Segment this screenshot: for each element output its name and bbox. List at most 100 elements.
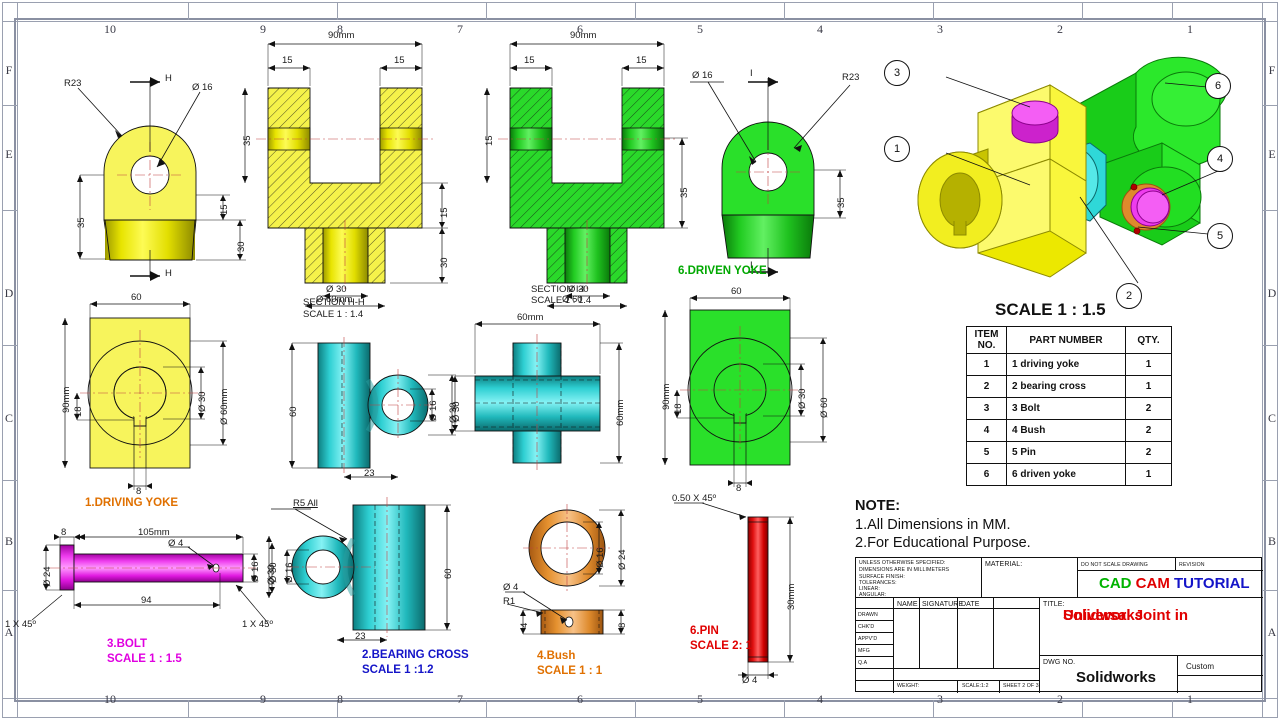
dim-15-left: 15 (524, 55, 535, 66)
dim-4: 4 (519, 622, 530, 628)
zone-label-left: B (4, 534, 13, 548)
view-driving-yoke-side: R23 Ø 16 H H 35 15 30 (60, 60, 260, 290)
sig-blank (856, 598, 894, 609)
cell-item: 5 (966, 441, 1007, 464)
brand-cad: CAD (1099, 575, 1132, 592)
zone-label-left: E (5, 147, 13, 161)
section-mark-i-top: I (750, 68, 753, 79)
cell-part: 4 Bush (1006, 419, 1126, 442)
row-mfg-label: MFG (858, 648, 870, 654)
balloon-5[interactable]: 5 (1207, 223, 1233, 249)
dim-30mm: 30mm (786, 583, 797, 610)
sig-signature-col (920, 609, 958, 669)
dim-dia4: Ø 4 (168, 538, 184, 549)
scale-pin: SCALE 2: 1 (690, 640, 752, 652)
notes-block: NOTE: 1.All Dimensions in MM. 2.For Educ… (855, 497, 1031, 553)
zone-tick (1172, 700, 1173, 718)
zone-tick (1262, 480, 1278, 481)
note-line-1: 1.All Dimensions in MM. (855, 516, 1011, 533)
cell-qty: 1 (1125, 353, 1172, 376)
dim-dia60: Ø 60 (819, 397, 830, 418)
cell-qty: 2 (1125, 419, 1172, 442)
zone-tick (486, 2, 487, 20)
dim-dia60mm: Ø 60mm (219, 388, 230, 425)
dim-35: 35 (242, 135, 253, 146)
assembly-scale-label: SCALE 1 : 1.5 (995, 300, 1106, 319)
zone-label-left: F (5, 63, 13, 77)
row-qa-label: Q.A (858, 660, 868, 666)
cell-part: 5 Pin (1006, 441, 1126, 464)
view-driven-yoke-front: 60 90mm 18 8 Ø 30 Ø 60 (645, 286, 875, 500)
dim-18: 18 (673, 403, 684, 414)
section-hh-scale: SCALE 1 : 1.4 (303, 309, 364, 320)
view-pin: 0.50 X 45º 30mm Ø 4 (672, 493, 840, 686)
caption-bolt: 3.BOLT (107, 638, 148, 650)
do-not-scale-label: DO NOT SCALE DRAWING (1081, 562, 1148, 568)
cell-item: 4 (966, 419, 1007, 442)
table-header-row: ITEM NO. PART NUMBER QTY. (966, 326, 1172, 354)
sig-date-col (958, 609, 994, 669)
dim-60: 60 (288, 406, 299, 417)
zone-tick (1262, 210, 1278, 211)
caption-bush: 4.Bush (537, 650, 576, 662)
zone-tick (784, 700, 785, 718)
row-chkd-label: CHK'D (858, 624, 875, 630)
dim-8: 8 (61, 527, 67, 538)
zone-label-right: D (1267, 286, 1277, 300)
table-row: 4 4 Bush 2 (966, 419, 1172, 442)
bill-of-materials: ITEM NO. PART NUMBER QTY. 1 1 driving yo… (966, 326, 1172, 486)
brand-text: CAD CAM TUTORIAL (1099, 575, 1250, 592)
dim-dia16: Ø 16 (595, 547, 606, 568)
view-driving-yoke-front: 60 90mm 18 8 Ø 30 Ø 60mm (45, 292, 275, 500)
dim-chamfer: 0.50 X 45º (672, 493, 717, 504)
zone-tick (1082, 2, 1083, 20)
cell-part: 3 Bolt (1006, 397, 1126, 420)
caption-driving-yoke: 1.DRIVING YOKE (85, 497, 179, 509)
dim-60mm-top: 60mm (517, 312, 544, 323)
dim-dia4: Ø 4 (742, 675, 758, 686)
dim-35: 35 (836, 197, 847, 208)
balloon-6[interactable]: 6 (1205, 73, 1231, 99)
zone-label-right: A (1267, 625, 1277, 639)
title-field-label: TITLE: (1043, 601, 1065, 608)
zone-tick (2, 105, 18, 106)
caption-driven-yoke: 6.DRIVEN YOKE (678, 265, 767, 277)
dim-dia30: Ø 30 (197, 391, 208, 412)
dim-60: 60 (131, 292, 142, 303)
view-bearing-cross-top: 60 23 Ø 16 Ø 30 (280, 335, 470, 480)
zone-label-left: D (4, 286, 14, 300)
balloon-4[interactable]: 4 (1207, 146, 1233, 172)
dim-94: 94 (141, 595, 152, 606)
balloon-3[interactable]: 3 (884, 60, 910, 86)
balloon-1[interactable]: 1 (884, 136, 910, 162)
zone-label-bottom: 3 (937, 692, 943, 706)
zone-label-bottom: 5 (697, 692, 703, 706)
dim-105mm: 105mm (138, 527, 170, 538)
dim-23: 23 (355, 631, 366, 642)
zone-label-bottom: 4 (817, 692, 823, 706)
balloon-2[interactable]: 2 (1116, 283, 1142, 309)
dim-90mm: 90mm (328, 30, 355, 41)
dim-30: 30 (439, 257, 450, 268)
dim-dia16: Ø 16 (250, 561, 261, 582)
dim-15: 15 (219, 204, 230, 215)
dim-r23: R23 (64, 78, 82, 89)
caption-bearing-cross: 2.BEARING CROSS (362, 649, 469, 661)
dim-23: 23 (364, 468, 375, 479)
dim-60mm-right: 60mm (615, 399, 626, 426)
zone-tick (188, 700, 189, 718)
view-bearing-cross-bottom: R5 All Ø 16 Ø 30 60 23 (266, 495, 485, 645)
row-blank2-cell (856, 681, 894, 693)
dwg-value: Solidworks (1076, 669, 1157, 686)
cell-qty: 1 (1125, 463, 1172, 486)
zone-tick (1262, 590, 1278, 591)
table-row: 1 1 driving yoke 1 (966, 353, 1172, 376)
dim-dia30: Ø 30 (451, 401, 462, 422)
zone-label-bottom: 8 (337, 692, 343, 706)
section-hh-label: SECTION H-H (303, 297, 365, 308)
view-bearing-cross-center: 60mm 60mm Ø 30 (451, 312, 645, 478)
dim-8: 8 (736, 483, 742, 494)
dim-dia16: Ø 16 (192, 82, 213, 93)
col-part-number: PART NUMBER (1006, 326, 1126, 354)
table-row: 2 2 bearing cross 1 (966, 375, 1172, 398)
